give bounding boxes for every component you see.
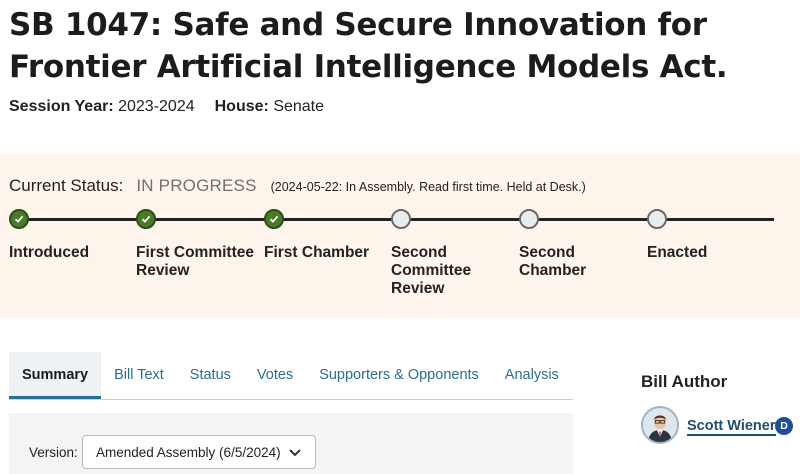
tab-votes[interactable]: Votes <box>244 352 306 399</box>
house: House: Senate <box>215 98 324 116</box>
person-icon <box>643 408 677 442</box>
progress-step-label: First Committee Review <box>136 244 254 279</box>
version-select[interactable]: Amended Assembly (6/5/2024) <box>82 435 316 469</box>
tab-bill-text[interactable]: Bill Text <box>101 352 177 399</box>
progress-step-label: Second Chamber <box>519 244 587 279</box>
checkmark-icon <box>269 215 279 223</box>
tab-status[interactable]: Status <box>177 352 244 399</box>
status-note: (2024-05-22: In Assembly. Read first tim… <box>270 180 586 194</box>
tab-supporters-opponents[interactable]: Supporters & Opponents <box>306 352 492 399</box>
status-value: IN PROGRESS <box>136 176 257 195</box>
house-value: Senate <box>273 98 325 115</box>
checkmark-icon <box>14 215 24 223</box>
progress-step-label: Enacted <box>647 244 708 261</box>
bill-author-heading: Bill Author <box>641 372 728 391</box>
session-year-value: 2023-2024 <box>118 98 195 115</box>
party-badge: D <box>775 417 793 435</box>
tab-summary[interactable]: Summary <box>9 352 102 399</box>
version-label: Version: <box>29 445 78 460</box>
checkmark-icon <box>141 215 151 223</box>
status-header: Current Status: IN PROGRESS (2024-05-22:… <box>9 176 586 196</box>
status-panel: Current Status: IN PROGRESS (2024-05-22:… <box>0 154 800 318</box>
bill-tabs: Summary Bill Text Status Votes Supporter… <box>9 352 573 400</box>
author-name-link[interactable]: Scott Wiener <box>687 418 776 436</box>
progress-step-label: First Chamber <box>264 244 370 261</box>
avatar[interactable] <box>641 406 679 444</box>
progress-step-label: Introduced <box>9 244 90 261</box>
progress-step-1-complete <box>9 209 29 229</box>
page-title: SB 1047: Safe and Secure Innovation for … <box>9 7 728 85</box>
status-label: Current Status: <box>9 176 124 195</box>
version-panel: Version: Amended Assembly (6/5/2024) <box>9 413 573 474</box>
progress-step-label: Second Committee Review <box>391 244 472 297</box>
bill-meta: Session Year: 2023-2024 House: Senate <box>9 98 324 116</box>
progress-step-5-pending <box>519 209 539 229</box>
progress-step-3-complete <box>264 209 284 229</box>
house-label: House: <box>214 98 269 115</box>
version-selected-value: Amended Assembly (6/5/2024) <box>96 445 281 460</box>
tab-analysis[interactable]: Analysis <box>492 352 572 399</box>
progress-step-4-pending <box>391 209 411 229</box>
chevron-down-icon <box>289 449 301 457</box>
progress-step-6-pending <box>647 209 667 229</box>
session-year: Session Year: 2023-2024 <box>9 98 195 116</box>
progress-step-2-complete <box>136 209 156 229</box>
session-year-label: Session Year: <box>9 98 114 115</box>
